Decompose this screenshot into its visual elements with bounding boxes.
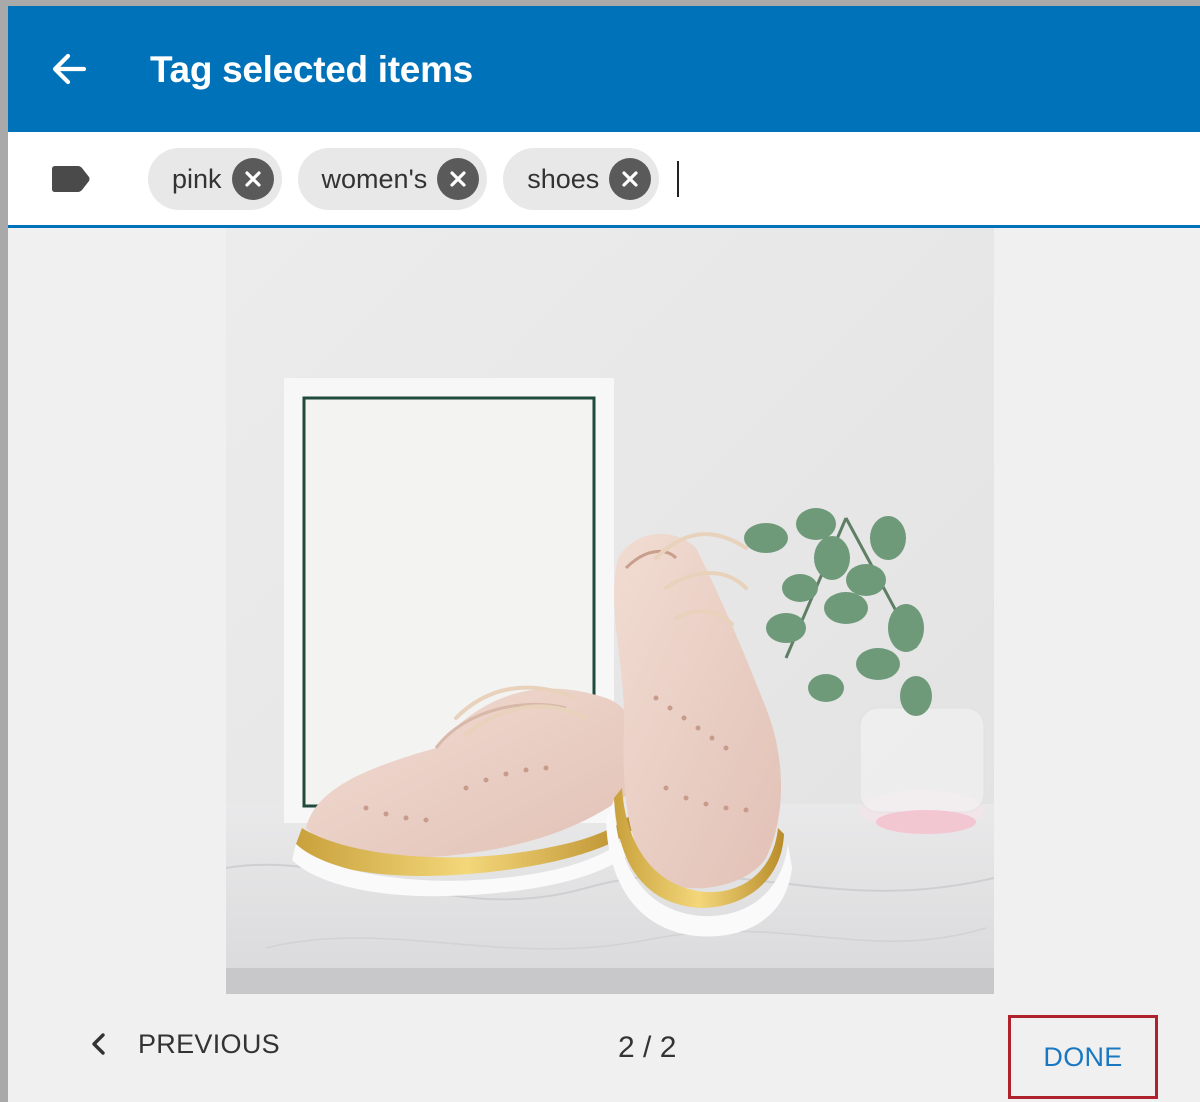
- arrow-left-icon: [52, 53, 87, 85]
- tag-text-input[interactable]: [677, 161, 680, 197]
- tag-chip-label: women's: [321, 164, 428, 194]
- page-indicator: 2 / 2: [618, 1031, 677, 1064]
- shoe-photo-illustration: [226, 228, 994, 994]
- tag-chip: pink: [148, 148, 282, 210]
- close-circle-icon[interactable]: [437, 158, 480, 200]
- tag-chip: shoes: [503, 148, 660, 210]
- tag-input-bar: pink women's shoes: [8, 132, 1200, 228]
- done-button[interactable]: DONE: [1008, 1015, 1158, 1099]
- done-label: DONE: [1043, 1041, 1123, 1072]
- tag-chip-label: pink: [172, 164, 222, 194]
- back-button[interactable]: [46, 46, 92, 92]
- page-title: Tag selected items: [150, 49, 473, 90]
- tag-dialog: Tag selected items pink women's shoes PR…: [8, 6, 1200, 1102]
- close-circle-icon[interactable]: [231, 158, 274, 200]
- tag-chip: women's: [297, 148, 488, 210]
- dialog-footer: PREVIOUS 2 / 2 DONE: [8, 994, 1200, 1102]
- tag-chip-label: shoes: [527, 164, 600, 194]
- chevron-left-icon: [92, 1033, 105, 1055]
- previous-label: PREVIOUS: [138, 1028, 280, 1059]
- previous-button[interactable]: PREVIOUS: [84, 1022, 280, 1066]
- tag-icon: [52, 166, 90, 192]
- item-photo: [226, 228, 994, 994]
- dialog-header: Tag selected items: [8, 6, 1200, 132]
- close-circle-icon[interactable]: [609, 158, 652, 200]
- tag-chip-list: pink women's shoes: [148, 147, 680, 211]
